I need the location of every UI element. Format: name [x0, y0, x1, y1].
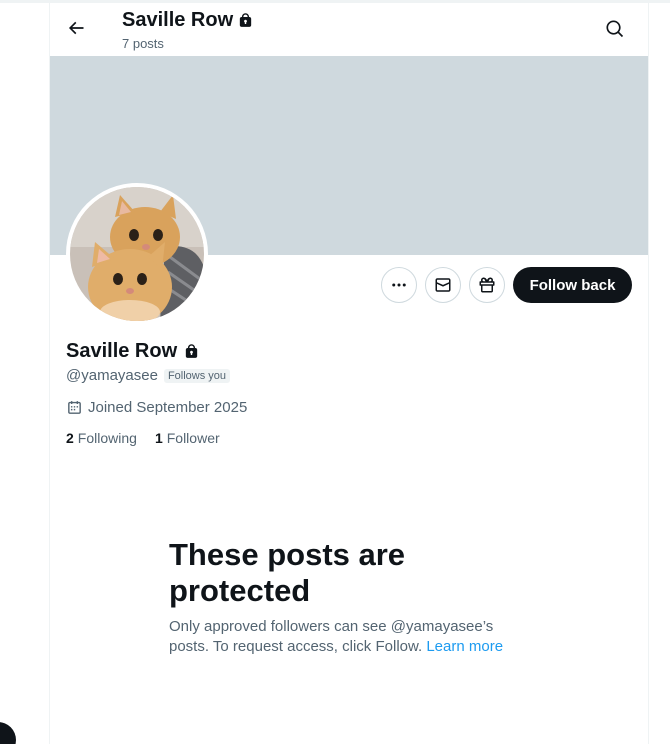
avatar-image: [70, 187, 204, 321]
handle-row: @yamayasee Follows you: [66, 367, 231, 384]
arrow-left-icon: [68, 21, 84, 35]
calendar-icon: [68, 401, 81, 414]
avatar[interactable]: [66, 183, 208, 325]
display-name: Saville Row: [66, 340, 178, 362]
lock-icon: [185, 344, 198, 358]
back-button[interactable]: [62, 14, 90, 42]
profile-header: Saville Row 7 posts: [50, 3, 648, 56]
joined-text: Joined September 2025: [88, 399, 248, 416]
lock-icon: [239, 13, 252, 27]
more-button[interactable]: [381, 267, 417, 303]
protected-title: These posts are protected: [169, 537, 406, 608]
envelope-icon: [435, 278, 451, 292]
learn-more-link[interactable]: Learn more: [426, 638, 503, 655]
followers-count: 1: [154, 430, 163, 446]
message-button[interactable]: [425, 267, 461, 303]
followers-label: Follower: [166, 430, 220, 446]
display-name-row: Saville Row: [66, 340, 200, 363]
follow-stats: 2 Following 1 Follower: [66, 430, 220, 446]
search-icon: [606, 20, 624, 38]
following-label: Following: [77, 430, 137, 446]
search-button[interactable]: [602, 16, 628, 42]
posts-count: 7 posts: [122, 36, 164, 51]
header-title-row: Saville Row: [122, 9, 254, 32]
protected-description: Only approved followers can see @yamayas…: [169, 617, 519, 657]
gift-icon: [479, 277, 495, 293]
gift-button[interactable]: [469, 267, 505, 303]
following-count: 2: [66, 430, 74, 446]
column-right-border: [648, 0, 649, 744]
header-title: Saville Row: [122, 9, 234, 31]
more-horizontal-icon: [392, 283, 406, 287]
follow-back-button[interactable]: Follow back: [513, 267, 632, 303]
floating-button[interactable]: [0, 722, 16, 744]
handle: @yamayasee: [66, 367, 158, 384]
followers-link[interactable]: 1 Follower: [155, 430, 220, 446]
following-link[interactable]: 2 Following: [66, 430, 137, 446]
follows-you-badge: Follows you: [163, 368, 231, 383]
joined-date: Joined September 2025: [66, 399, 247, 416]
